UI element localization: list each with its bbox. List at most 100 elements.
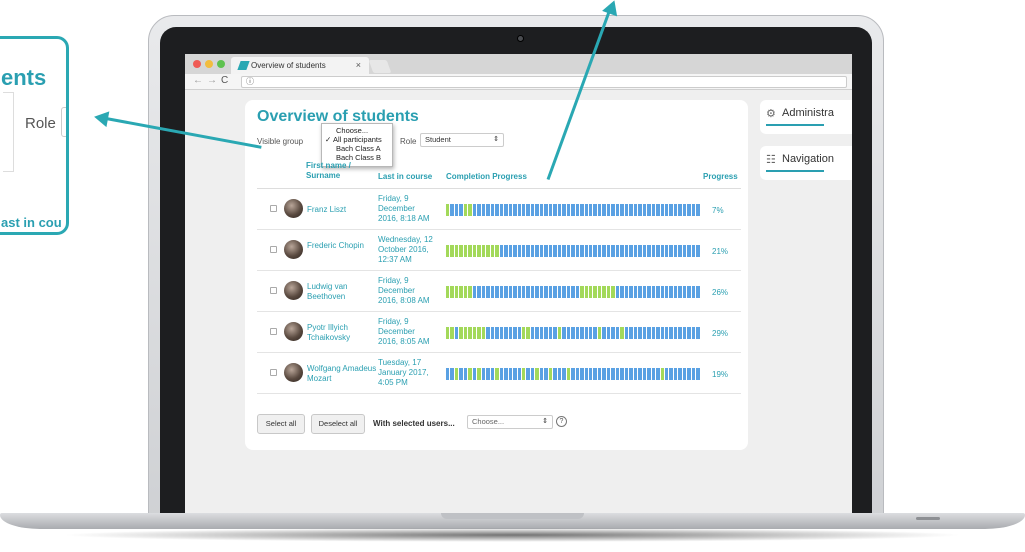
activity-incomplete-segment[interactable] [454,327,459,339]
activity-complete-segment[interactable] [481,327,486,339]
activity-complete-segment[interactable] [454,245,459,257]
activity-incomplete-segment[interactable] [513,368,517,380]
avatar[interactable] [284,322,303,341]
activity-complete-segment[interactable] [472,245,477,257]
activity-incomplete-segment[interactable] [571,368,575,380]
activity-complete-segment[interactable] [450,327,454,339]
activity-incomplete-segment[interactable] [499,368,504,380]
browser-tab[interactable]: Overview of students × [231,57,369,74]
activity-incomplete-segment[interactable] [589,368,593,380]
activity-complete-segment[interactable] [450,245,454,257]
activity-incomplete-segment[interactable] [481,286,486,298]
activity-incomplete-segment[interactable] [446,368,450,380]
activity-complete-segment[interactable] [557,327,562,339]
activity-complete-segment[interactable] [589,286,593,298]
activity-incomplete-segment[interactable] [521,245,526,257]
activity-incomplete-segment[interactable] [486,368,490,380]
student-name-link[interactable]: Frederic Chopin [307,241,377,251]
activity-incomplete-segment[interactable] [664,286,669,298]
activity-incomplete-segment[interactable] [566,327,571,339]
activity-incomplete-segment[interactable] [696,286,700,298]
activity-incomplete-segment[interactable] [584,327,588,339]
activity-incomplete-segment[interactable] [606,204,611,216]
column-header-completion[interactable]: Completion Progress [446,172,527,181]
activity-incomplete-segment[interactable] [696,327,700,339]
activity-incomplete-segment[interactable] [530,245,535,257]
activity-incomplete-segment[interactable] [490,327,495,339]
table-row[interactable]: Ludwig van Beethoven Friday, 9 December 201… [257,271,741,312]
activity-incomplete-segment[interactable] [691,245,696,257]
activity-complete-segment[interactable] [463,245,468,257]
activity-incomplete-segment[interactable] [682,204,687,216]
activity-incomplete-segment[interactable] [611,245,615,257]
activity-incomplete-segment[interactable] [615,245,620,257]
activity-incomplete-segment[interactable] [611,368,615,380]
activity-incomplete-segment[interactable] [580,327,584,339]
activity-incomplete-segment[interactable] [593,368,597,380]
activity-incomplete-segment[interactable] [593,204,597,216]
activity-incomplete-segment[interactable] [454,204,459,216]
activity-incomplete-segment[interactable] [647,368,651,380]
activity-incomplete-segment[interactable] [571,245,575,257]
activity-incomplete-segment[interactable] [606,245,611,257]
activity-complete-segment[interactable] [446,204,450,216]
activity-incomplete-segment[interactable] [544,327,548,339]
column-header-progress[interactable]: Progress [703,172,738,181]
group-option-selected[interactable]: ✓ All participants [322,135,392,144]
activity-incomplete-segment[interactable] [526,204,530,216]
activity-complete-segment[interactable] [468,204,472,216]
row-checkbox[interactable] [270,328,277,335]
back-icon[interactable]: ← [193,75,203,86]
activity-incomplete-segment[interactable] [696,204,700,216]
activity-incomplete-segment[interactable] [633,245,638,257]
activity-incomplete-segment[interactable] [589,245,593,257]
activity-incomplete-segment[interactable] [517,368,521,380]
activity-incomplete-segment[interactable] [459,368,463,380]
activity-incomplete-segment[interactable] [620,286,624,298]
activity-incomplete-segment[interactable] [638,245,642,257]
activity-incomplete-segment[interactable] [450,204,454,216]
activity-incomplete-segment[interactable] [508,204,513,216]
activity-incomplete-segment[interactable] [508,286,513,298]
activity-incomplete-segment[interactable] [544,245,548,257]
activity-incomplete-segment[interactable] [691,204,696,216]
activity-complete-segment[interactable] [468,245,472,257]
activity-incomplete-segment[interactable] [593,245,597,257]
activity-incomplete-segment[interactable] [629,245,633,257]
activity-incomplete-segment[interactable] [597,204,602,216]
activity-incomplete-segment[interactable] [557,368,562,380]
group-option[interactable]: Choose... [322,126,392,135]
activity-incomplete-segment[interactable] [687,327,691,339]
activity-incomplete-segment[interactable] [562,368,566,380]
activity-incomplete-segment[interactable] [656,368,660,380]
activity-incomplete-segment[interactable] [593,327,597,339]
activity-incomplete-segment[interactable] [664,204,669,216]
activity-incomplete-segment[interactable] [508,327,513,339]
activity-incomplete-segment[interactable] [548,327,553,339]
activity-incomplete-segment[interactable] [566,286,571,298]
activity-incomplete-segment[interactable] [678,204,682,216]
activity-complete-segment[interactable] [620,327,624,339]
student-name-link[interactable]: Franz Liszt [307,205,377,215]
activity-incomplete-segment[interactable] [526,245,530,257]
activity-incomplete-segment[interactable] [477,286,481,298]
activity-incomplete-segment[interactable] [508,245,513,257]
activity-incomplete-segment[interactable] [691,286,696,298]
activity-complete-segment[interactable] [584,286,588,298]
activity-incomplete-segment[interactable] [495,286,499,298]
activity-incomplete-segment[interactable] [624,327,629,339]
activity-incomplete-segment[interactable] [673,204,678,216]
activity-incomplete-segment[interactable] [472,204,477,216]
activity-incomplete-segment[interactable] [629,327,633,339]
help-icon[interactable]: ? [556,416,567,427]
activity-incomplete-segment[interactable] [687,204,691,216]
activity-complete-segment[interactable] [486,245,490,257]
activity-incomplete-segment[interactable] [673,245,678,257]
activity-incomplete-segment[interactable] [481,368,486,380]
activity-incomplete-segment[interactable] [633,204,638,216]
activity-incomplete-segment[interactable] [620,245,624,257]
activity-complete-segment[interactable] [450,286,454,298]
activity-complete-segment[interactable] [477,368,481,380]
activity-incomplete-segment[interactable] [642,286,647,298]
activity-incomplete-segment[interactable] [557,286,562,298]
